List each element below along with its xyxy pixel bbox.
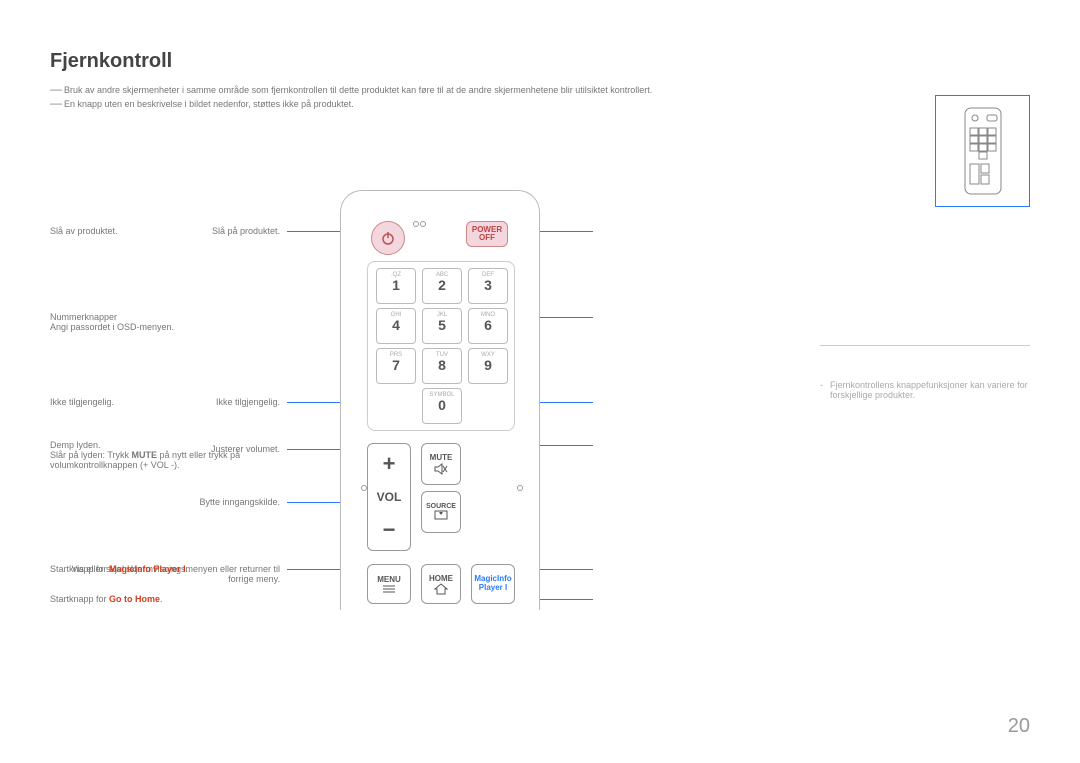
label-number-keys: NummerknapperAngi passordet i OSD-menyen… (50, 312, 290, 332)
note-line-2: En knapp uten en beskrivelse i bildet ne… (50, 99, 1030, 109)
key-0: SYMBOL0 (422, 388, 462, 424)
power-off-button: POWER OFF (466, 221, 508, 247)
note-line-1: Bruk av andre skjermenheter i samme områ… (50, 85, 1030, 95)
home-button: HOME (421, 564, 461, 604)
key-1: .QZ1 (376, 268, 416, 304)
mute-icon (434, 462, 448, 476)
menu-button: MENU (367, 564, 411, 604)
page-number: 20 (1008, 715, 1030, 738)
keypad: .QZ1 ABC2 DEF3 GHI4 JKL5 MNO6 PRS7 TUV8 … (367, 261, 515, 431)
label-unavailable-right: Ikke tilgjengelig. (50, 397, 290, 407)
label-power-off: Slå av produktet. (50, 226, 290, 236)
mute-button: MUTE (421, 443, 461, 485)
power-on-button (371, 221, 405, 255)
home-icon (434, 583, 448, 595)
key-9: WXY9 (468, 348, 508, 384)
remote-body: POWER OFF .QZ1 ABC2 DEF3 GHI4 JKL5 MNO6 … (340, 190, 540, 610)
divider (820, 345, 1030, 346)
label-source: Bytte inngangskilde. (50, 497, 280, 507)
label-home: Startknapp for Go to Home. (50, 594, 290, 604)
key-2: ABC2 (422, 268, 462, 304)
label-mute: Demp lyden.Slår på lyden: Trykk MUTE på … (50, 440, 290, 470)
magicinfo-button: MagicInfo Player I (471, 564, 515, 604)
key-5: JKL5 (422, 308, 462, 344)
side-note: Fjernkontrollens knappefunksjoner kan va… (820, 380, 1030, 400)
key-8: TUV8 (422, 348, 462, 384)
key-4: GHI4 (376, 308, 416, 344)
page-thumbnail (935, 95, 1030, 207)
remote-diagram: Slå på produktet. Ikke tilgjengelig. Jus… (50, 190, 790, 620)
label-magicinfo: Startknapp for MagicInfo Player I. (50, 564, 290, 574)
key-6: MNO6 (468, 308, 508, 344)
menu-icon (382, 584, 396, 594)
key-3: DEF3 (468, 268, 508, 304)
volume-rocker: +VOL− (367, 443, 411, 551)
source-button: SOURCE (421, 491, 461, 533)
key-7: PRS7 (376, 348, 416, 384)
page-title: Fjernkontroll (50, 50, 1030, 73)
source-icon (434, 510, 448, 522)
